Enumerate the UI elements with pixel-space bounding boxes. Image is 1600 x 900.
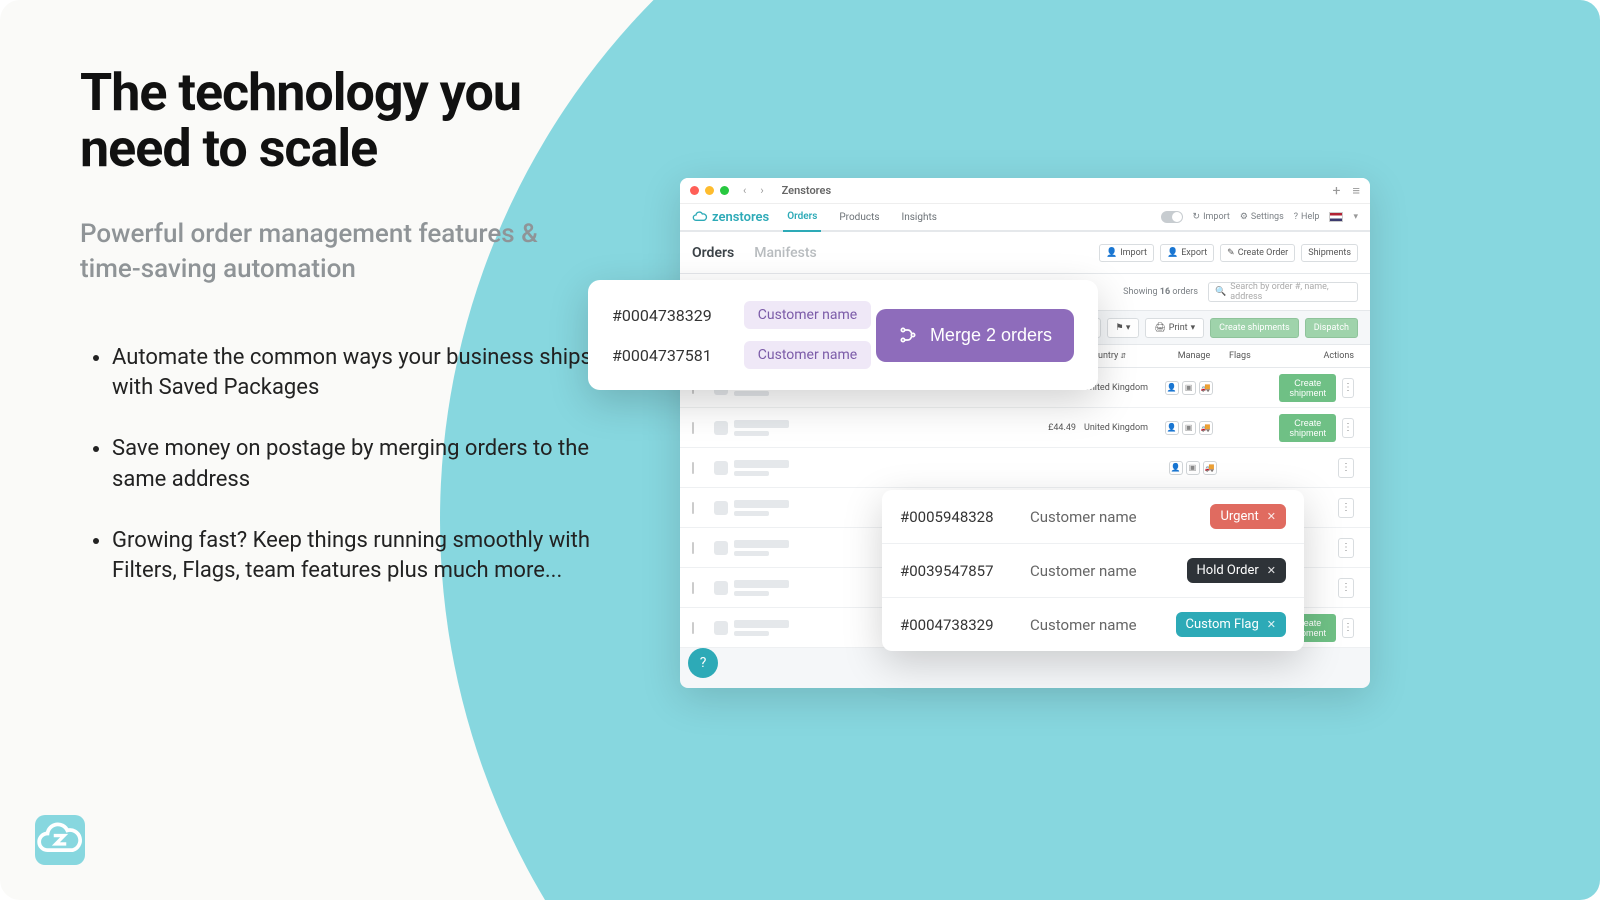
row-checkbox[interactable] [692,542,694,554]
flag-customer-name: Customer name [1030,562,1187,580]
hero-subtitle: Powerful order management features & tim… [80,217,600,287]
row-actions-button[interactable]: ⋮ [1338,578,1354,598]
close-icon[interactable]: ✕ [1267,510,1276,523]
nav-back-icon[interactable]: ‹ [743,184,746,197]
flag-button[interactable]: ⚑ ▾ [1107,318,1140,338]
row-checkbox[interactable] [692,502,694,514]
cloud-z-icon [692,211,708,223]
titlebar: ‹ › Zenstores + ≡ [680,178,1370,204]
user-icon[interactable]: 👤 [1165,421,1179,435]
locale-flag-icon[interactable] [1329,212,1343,222]
flag-tag-hold[interactable]: Hold Order✕ [1187,558,1286,583]
flag-order-id: #0039547857 [900,562,1030,580]
brand-text: zenstores [712,210,769,225]
truck-icon[interactable]: 🚚 [1199,381,1213,395]
flag-row: #0004738329 Customer name Custom Flag✕ [882,598,1304,651]
dark-mode-toggle[interactable] [1161,211,1183,223]
new-tab-icon[interactable]: + [1332,183,1340,199]
print-button[interactable]: 🖨 Print ▾ [1145,318,1204,338]
topbar-help[interactable]: ? Help [1294,212,1320,222]
nav-insights[interactable]: Insights [898,204,941,231]
box-icon[interactable]: ▣ [1182,421,1196,435]
help-fab[interactable]: ? [688,648,718,678]
user-icon[interactable]: 👤 [1165,381,1179,395]
hero-title: The technology you need to scale [80,65,600,177]
flag-tag-urgent[interactable]: Urgent✕ [1210,504,1286,529]
dispatch-button[interactable]: Dispatch [1305,318,1358,338]
row-checkbox[interactable] [692,462,694,474]
user-icon[interactable]: 👤 [1169,461,1183,475]
shipments-button[interactable]: Shipments [1301,244,1358,262]
search-icon: 🔍 [1215,287,1226,297]
flag-row: #0039547857 Customer name Hold Order✕ [882,544,1304,598]
row-actions-button[interactable]: ⋮ [1342,378,1354,398]
subtab-orders[interactable]: Orders [692,245,734,261]
close-icon[interactable]: ✕ [1267,564,1276,577]
row-checkbox[interactable] [692,622,694,634]
menu-icon[interactable]: ≡ [1352,183,1360,199]
flag-order-id: #0005948328 [900,508,1030,526]
chevron-down-icon[interactable]: ▾ [1353,212,1358,222]
merge-order-id: #0004737581 [612,346,712,365]
merge-popup: #0004738329 Customer name #0004737581 Cu… [588,280,1098,390]
merge-customer-pill: Customer name [744,341,871,369]
flag-tag-custom[interactable]: Custom Flag✕ [1176,612,1286,637]
maximize-dot[interactable] [720,186,729,195]
truck-icon[interactable]: 🚚 [1199,421,1213,435]
row-actions-button[interactable]: ⋮ [1338,498,1354,518]
create-shipment-button[interactable]: Create shipment [1279,374,1336,402]
box-icon[interactable]: ▣ [1186,461,1200,475]
hero-bullets: Automate the common ways your business s… [80,343,600,588]
table-row: 👤▣🚚 ⋮ [680,448,1370,488]
subtab-manifests[interactable]: Manifests [754,245,817,261]
flag-customer-name: Customer name [1030,508,1210,526]
nav-orders[interactable]: Orders [783,203,821,232]
close-icon[interactable]: ✕ [1267,618,1276,631]
hero-bullet: Growing fast? Keep things running smooth… [112,526,600,588]
close-dot[interactable] [690,186,699,195]
merge-orders-button[interactable]: Merge 2 orders [876,309,1074,362]
truck-icon[interactable]: 🚚 [1203,461,1217,475]
merge-icon [898,325,918,345]
merge-customer-pill: Customer name [744,301,871,329]
create-shipment-button[interactable]: Create shipment [1279,414,1336,442]
flag-row: #0005948328 Customer name Urgent✕ [882,490,1304,544]
row-checkbox[interactable] [692,582,694,594]
flag-order-id: #0004738329 [900,616,1030,634]
topbar-import[interactable]: ↻ Import [1193,212,1230,222]
search-placeholder: Search by order #, name, address [1230,282,1351,302]
create-order-button[interactable]: ✎ Create Order [1220,244,1295,262]
cloud-z-icon [35,821,85,859]
import-button[interactable]: 👤 Import [1099,244,1154,262]
row-actions-button[interactable]: ⋮ [1338,538,1354,558]
nav-fwd-icon[interactable]: › [760,184,763,197]
nav-products[interactable]: Products [835,204,883,231]
search-input[interactable]: 🔍 Search by order #, name, address [1208,282,1358,302]
row-checkbox[interactable] [692,422,694,434]
window-title: Zenstores [782,184,831,197]
flag-customer-name: Customer name [1030,616,1176,634]
row-actions-button[interactable]: ⋮ [1342,618,1354,638]
top-nav: zenstores Orders Products Insights ↻ Imp… [680,204,1370,232]
brand-badge [35,815,85,865]
flags-popup: #0005948328 Customer name Urgent✕ #00395… [882,490,1304,651]
topbar-settings[interactable]: ⚙ Settings [1240,212,1284,222]
row-actions-button[interactable]: ⋮ [1338,458,1354,478]
table-row: £44.49 United Kingdom 👤▣🚚 Create shipmen… [680,408,1370,448]
sub-header: Orders Manifests 👤 Import 👤 Export ✎ Cre… [680,232,1370,274]
hero-bullet: Automate the common ways your business s… [112,343,600,405]
create-shipments-button[interactable]: Create shipments [1210,318,1299,338]
showing-count: Showing 16 orders [1123,287,1198,297]
row-actions-button[interactable]: ⋮ [1342,418,1354,438]
minimize-dot[interactable] [705,186,714,195]
export-button[interactable]: 👤 Export [1160,244,1214,262]
box-icon[interactable]: ▣ [1182,381,1196,395]
brand-logo[interactable]: zenstores [692,210,769,225]
merge-order-id: #0004738329 [612,306,712,325]
hero-bullet: Save money on postage by merging orders … [112,434,600,496]
